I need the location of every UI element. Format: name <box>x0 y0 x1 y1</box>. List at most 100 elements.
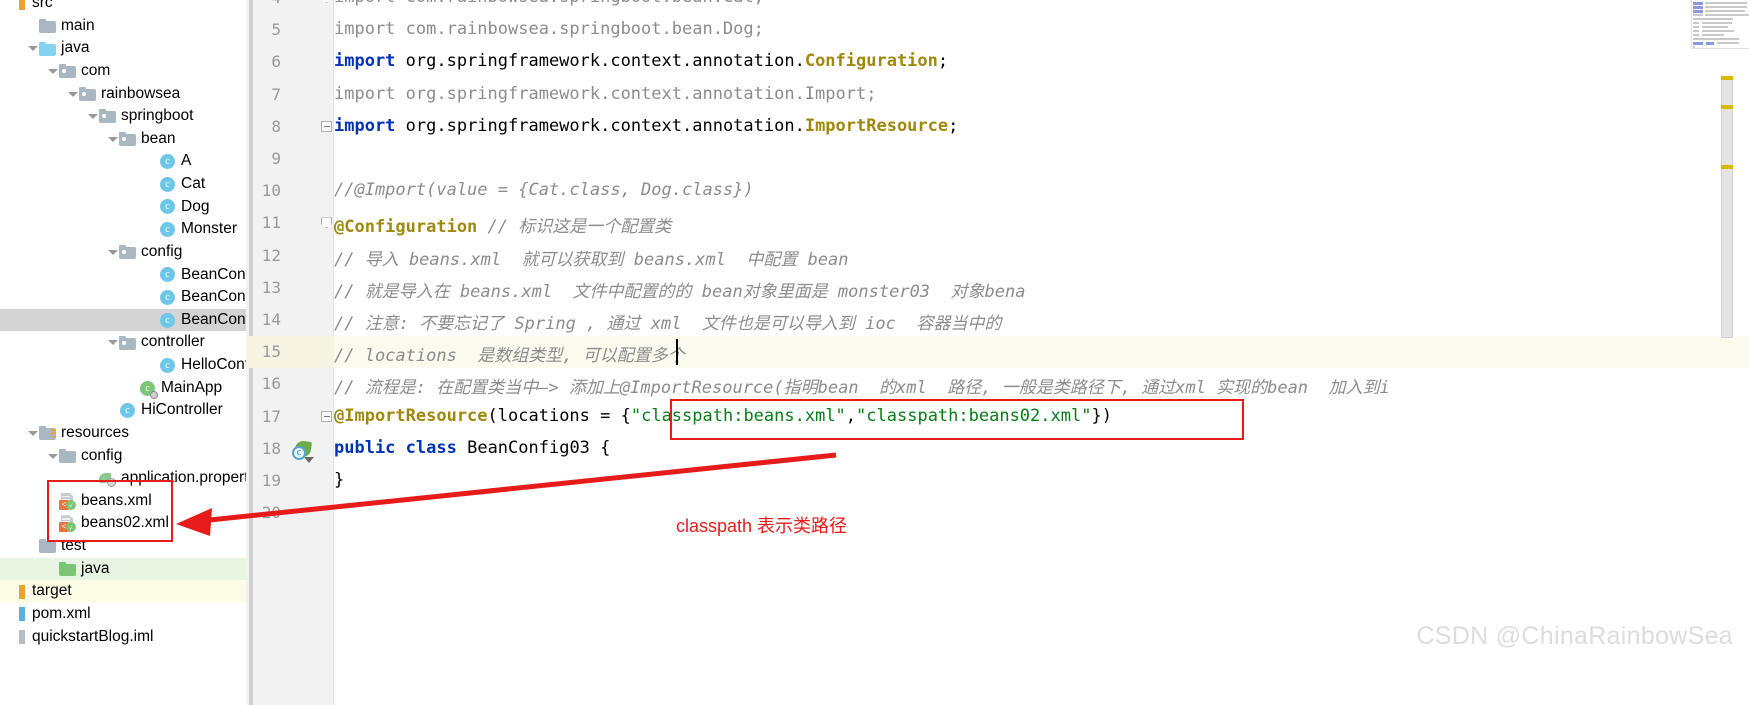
tree-item-label: HelloController <box>181 356 246 374</box>
tree-item-test[interactable]: test <box>0 535 246 558</box>
line-number: 19 <box>261 471 281 490</box>
minimap-line <box>1693 34 1699 36</box>
warning-marker[interactable] <box>1721 165 1733 169</box>
line-number: 7 <box>271 84 281 104</box>
code-line[interactable]: } <box>334 470 1749 490</box>
chevron-down-icon[interactable] <box>106 241 119 264</box>
tree-item-controller[interactable]: controller <box>0 331 246 354</box>
tree-item-hicontroller[interactable]: c HiController <box>0 399 246 422</box>
editor-minimap-preview[interactable] <box>1691 0 1749 49</box>
code-token: // locations 是数组类型, 可以配置多个 <box>334 346 685 367</box>
java-class-icon: c <box>159 198 176 215</box>
editor-scrollbar-thumb[interactable] <box>1721 78 1733 338</box>
code-line[interactable]: // 导入 beans.xml 就可以获取到 beans.xml 中配置 bea… <box>334 245 1749 270</box>
tree-item-dog[interactable]: c Dog <box>0 196 246 219</box>
code-line[interactable]: import org.springframework.context.annot… <box>334 84 1749 104</box>
java-class-icon: c <box>159 176 176 193</box>
chevron-down-icon[interactable] <box>66 83 79 106</box>
tree-item-label: MainApp <box>161 378 223 396</box>
tree-item-com[interactable]: com <box>0 60 246 83</box>
java-class-icon: c <box>159 153 176 170</box>
code-token: "classpath:beans.xml" <box>630 405 846 426</box>
code-line[interactable]: //@Import(value = {Cat.class, Dog.class}… <box>334 180 1749 200</box>
project-tree-sidebar[interactable]: src main java com rainbowsea springboot bean c A… <box>0 0 246 705</box>
tree-item-beans-xml[interactable]: < beans.xml <box>0 490 246 513</box>
minimap-line <box>1693 26 1699 28</box>
tree-item-bean[interactable]: bean <box>0 128 246 151</box>
code-fold-toggle[interactable] <box>321 217 333 229</box>
tree-item-java[interactable]: java <box>0 557 246 581</box>
chevron-down-icon[interactable] <box>26 37 39 60</box>
minimap-line <box>1693 42 1703 45</box>
tree-item-beanconfig03[interactable]: c BeanConfig03 <box>0 308 246 332</box>
minimap-line <box>1702 34 1724 36</box>
tree-item-monster[interactable]: c Monster <box>0 218 246 241</box>
tree-item-label: Cat <box>181 175 206 193</box>
tree-item-pom-xml[interactable]: pom.xml <box>0 603 246 626</box>
tree-item-resources[interactable]: resources <box>0 422 246 445</box>
code-token: // 导入 beans.xml 就可以获取到 beans.xml 中配置 bea… <box>334 249 849 270</box>
tree-item-beans02-xml[interactable]: < beans02.xml <box>0 512 246 535</box>
code-line[interactable]: @Configuration // 标识这是一个配置类 <box>334 212 1749 237</box>
code-line[interactable]: // 注意: 不要忘记了 Spring , 通过 xml 文件也是可以导入到 i… <box>334 309 1749 334</box>
tree-item-quickstartblog-iml[interactable]: quickstartBlog.iml <box>0 626 246 649</box>
warning-marker[interactable] <box>1721 76 1733 80</box>
tree-item-config[interactable]: config <box>0 241 246 264</box>
code-line[interactable]: // 流程是: 在配置类当中—> 添加上@ImportResource(指明be… <box>334 373 1749 398</box>
tree-item-target[interactable]: target <box>0 580 246 603</box>
tree-item-a[interactable]: cA <box>0 150 246 173</box>
code-token: //@Import(value = {Cat.class, Dog.class}… <box>334 180 754 201</box>
chevron-down-icon[interactable] <box>46 445 59 468</box>
tree-no-arrow <box>146 196 159 219</box>
editor-gutter[interactable]: 4 5 6 7 8 9 10 11 12 13 14 15 16 17 18 19 20 <box>246 0 334 705</box>
tree-item-springboot[interactable]: springboot <box>0 105 246 128</box>
tree-item-rainbowsea[interactable]: rainbowsea <box>0 83 246 106</box>
tree-item-beanconfig[interactable]: c BeanConfig <box>0 264 246 287</box>
chevron-down-icon[interactable] <box>106 331 119 354</box>
code-line[interactable]: @ImportResource(locations = {"classpath:… <box>334 406 1749 426</box>
line-number: 8 <box>271 116 281 136</box>
code-line[interactable]: import org.springframework.context.annot… <box>334 116 1749 136</box>
code-line[interactable]: // locations 是数组类型, 可以配置多个 <box>334 341 1749 366</box>
tree-no-arrow <box>6 580 19 603</box>
line-number: 5 <box>271 20 281 40</box>
code-token: import org.springframework.context.annot… <box>334 83 877 104</box>
tree-item-java[interactable]: java <box>0 37 246 60</box>
code-fold-toggle[interactable] <box>321 410 333 423</box>
line-number: 9 <box>271 149 281 168</box>
code-token: ( <box>487 405 498 426</box>
code-fold-toggle[interactable] <box>321 0 333 4</box>
chevron-down-icon[interactable] <box>26 422 39 445</box>
tree-item-beanconfig02[interactable]: c BeanConfig02 <box>0 286 246 309</box>
maven-pom-icon <box>19 606 27 622</box>
warning-marker[interactable] <box>1721 105 1733 109</box>
tree-item-cat[interactable]: c Cat <box>0 173 246 196</box>
tree-item-application-properties[interactable]: application.properties <box>0 467 246 490</box>
line-number: 17 <box>261 406 281 426</box>
module-marker-icon <box>19 0 27 11</box>
minimap-line <box>1705 14 1749 16</box>
chevron-down-icon[interactable] <box>106 128 119 151</box>
spring-bean-gutter-icon[interactable]: c <box>292 439 314 463</box>
code-line[interactable]: import com.rainbowsea.springboot.bean.Do… <box>334 19 1749 39</box>
tree-item-mainapp[interactable]: c MainApp <box>0 377 246 400</box>
java-class-icon: c <box>119 402 136 419</box>
code-line[interactable]: // 就是导入在 beans.xml 文件中配置的的 bean对象里面是 mon… <box>334 277 1749 302</box>
tree-item-src[interactable]: src <box>0 0 246 15</box>
tree-item-config[interactable]: config <box>0 445 246 468</box>
tree-no-arrow <box>6 626 19 649</box>
tree-item-label: com <box>81 61 111 79</box>
tree-item-main[interactable]: main <box>0 15 246 38</box>
code-token: @Configuration <box>334 217 478 238</box>
code-fold-toggle[interactable] <box>321 120 333 133</box>
code-line[interactable]: import org.springframework.context.annot… <box>334 51 1749 71</box>
code-token: ; <box>948 115 959 136</box>
tree-item-hellocontroller[interactable]: c HelloController <box>0 354 246 377</box>
code-editor[interactable]: 4 5 6 7 8 9 10 11 12 13 14 15 16 17 18 19 20 import com.… <box>246 0 1749 705</box>
code-line[interactable]: public class BeanConfig03 { <box>334 438 1749 458</box>
tree-item-label: test <box>61 537 86 555</box>
code-line[interactable]: import com.rainbowsea.springboot.bean.Ca… <box>334 0 1749 7</box>
chevron-down-icon[interactable] <box>86 105 99 128</box>
chevron-down-icon[interactable] <box>46 60 59 83</box>
